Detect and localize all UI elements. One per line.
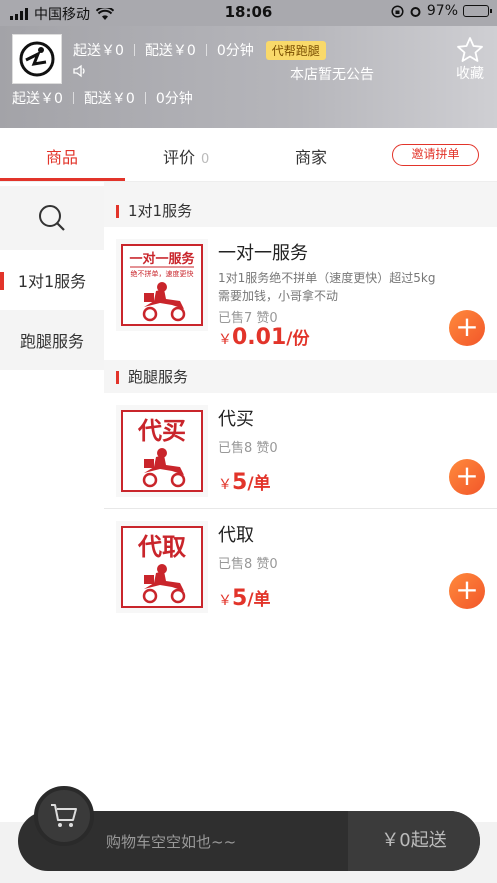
store-notice[interactable]: 本店暂无公告 xyxy=(290,64,374,84)
svg-text:绝不拼单，速度更快: 绝不拼单，速度更快 xyxy=(131,269,194,278)
search-icon xyxy=(39,205,65,231)
delivery-info-row: 起送￥0 配送￥0 0分钟 代帮跑腿 xyxy=(73,40,326,60)
product-price: ￥5/单 xyxy=(218,585,271,611)
battery-percent: 97% xyxy=(426,3,458,19)
svg-text:一对一服务: 一对一服务 xyxy=(129,251,195,267)
plus-icon: + xyxy=(455,459,479,492)
product-name: 一对一服务 xyxy=(218,243,308,264)
review-count: 0 xyxy=(201,152,210,167)
status-right: 97% xyxy=(391,3,492,19)
min-order: 起送￥0 xyxy=(73,43,124,59)
price-value: 5 xyxy=(232,586,248,611)
delivery-fee-2: 配送￥0 xyxy=(83,91,135,107)
delivery-time: 0分钟 xyxy=(216,43,254,59)
tab-reviews[interactable]: 评价 0 xyxy=(163,144,209,168)
svg-text:代买: 代买 xyxy=(137,417,186,445)
product-card[interactable]: 代取 代取 已售8 赞0 ￥5/单 + xyxy=(104,509,497,622)
product-card[interactable]: 一对一服务 绝不拼单，速度更快 一对一服务 1对1服务绝不拼单（速度更快）超过5… xyxy=(104,227,497,360)
battery-icon xyxy=(463,5,492,17)
delivery-fee: 配送￥0 xyxy=(144,43,196,59)
store-tabs: 商品 评价 0 商家 邀请拼单 xyxy=(0,128,497,182)
store-tag: 代帮跑腿 xyxy=(265,40,326,60)
list-empty-area xyxy=(104,622,497,822)
store-header: 起送￥0 配送￥0 0分钟 代帮跑腿 本店暂无公告 收藏 起送￥0 配送￥0 0… xyxy=(0,26,497,128)
product-name: 代取 xyxy=(218,525,254,546)
delivery-info-row-2: 起送￥0 配送￥0 0分钟 xyxy=(12,88,193,108)
tab-merchant[interactable]: 商家 xyxy=(295,144,327,168)
sidebar-item-one-on-one[interactable]: 1对1服务 xyxy=(0,250,104,310)
add-to-cart-button[interactable]: + xyxy=(449,310,485,346)
svg-text:代取: 代取 xyxy=(137,533,186,561)
product-name: 代买 xyxy=(218,409,254,430)
alarm-icon xyxy=(410,6,421,17)
favorite-label: 收藏 xyxy=(456,66,484,82)
product-description: 需要加钱，小哥拿不动 xyxy=(218,289,339,303)
sidebar-item-label: 1对1服务 xyxy=(17,272,87,291)
price-prefix: ￥ xyxy=(218,593,232,609)
cart-icon xyxy=(51,804,77,827)
plus-icon: + xyxy=(455,573,479,606)
section-title: 跑腿服务 xyxy=(104,363,497,391)
invite-group-order-button[interactable]: 邀请拼单 xyxy=(392,144,479,166)
store-logo xyxy=(12,34,62,84)
product-card[interactable]: 代买 代买 已售8 赞0 ￥5/单 + xyxy=(104,393,497,508)
category-sidebar: 1对1服务 跑腿服务 xyxy=(0,182,104,822)
product-image: 代买 xyxy=(116,405,208,497)
plus-icon: + xyxy=(455,310,479,343)
product-image: 一对一服务 绝不拼单，速度更快 xyxy=(116,239,208,331)
price-value: 0.01 xyxy=(232,325,287,350)
cart-button[interactable] xyxy=(34,786,94,846)
product-list[interactable]: 1对1服务 一对一服务 绝不拼单，速度更快 一对一服务 1对1服务绝不拼单（速度… xyxy=(104,182,497,822)
checkout-button[interactable]: ￥0起送 xyxy=(348,811,480,871)
product-sales: 已售8 赞0 xyxy=(218,557,278,572)
search-button[interactable] xyxy=(0,186,104,250)
sidebar-item-label: 跑腿服务 xyxy=(19,332,84,351)
product-image: 代取 xyxy=(116,521,208,613)
product-sales: 已售8 赞0 xyxy=(218,441,278,456)
price-prefix: ￥ xyxy=(218,332,232,348)
sidebar-item-errand[interactable]: 跑腿服务 xyxy=(0,310,104,370)
status-bar: 中国移动 18:06 97% xyxy=(0,0,497,26)
favorite-button[interactable]: 收藏 xyxy=(455,36,485,82)
speaker-icon xyxy=(73,64,85,78)
price-unit: /单 xyxy=(247,590,271,610)
product-description: 1对1服务绝不拼单（速度更快）超过5kg xyxy=(218,271,436,285)
star-icon xyxy=(457,37,483,62)
add-to-cart-button[interactable]: + xyxy=(449,459,485,495)
price-value: 5 xyxy=(232,470,248,495)
price-unit: /单 xyxy=(247,474,271,494)
tab-reviews-label: 评价 xyxy=(163,148,196,167)
delivery-time-2: 0分钟 xyxy=(155,91,193,107)
price-prefix: ￥ xyxy=(218,477,232,493)
product-price: ￥0.01/份 xyxy=(218,324,310,350)
rotation-lock-icon xyxy=(391,4,404,18)
price-unit: /份 xyxy=(286,329,310,349)
tab-active-indicator xyxy=(0,178,125,181)
tab-goods[interactable]: 商品 xyxy=(46,144,78,168)
cart-empty-text: 购物车空空如也~~ xyxy=(106,833,237,851)
add-to-cart-button[interactable]: + xyxy=(449,573,485,609)
min-order-2: 起送￥0 xyxy=(12,91,63,107)
product-price: ￥5/单 xyxy=(218,469,271,495)
section-title: 1对1服务 xyxy=(104,197,497,225)
